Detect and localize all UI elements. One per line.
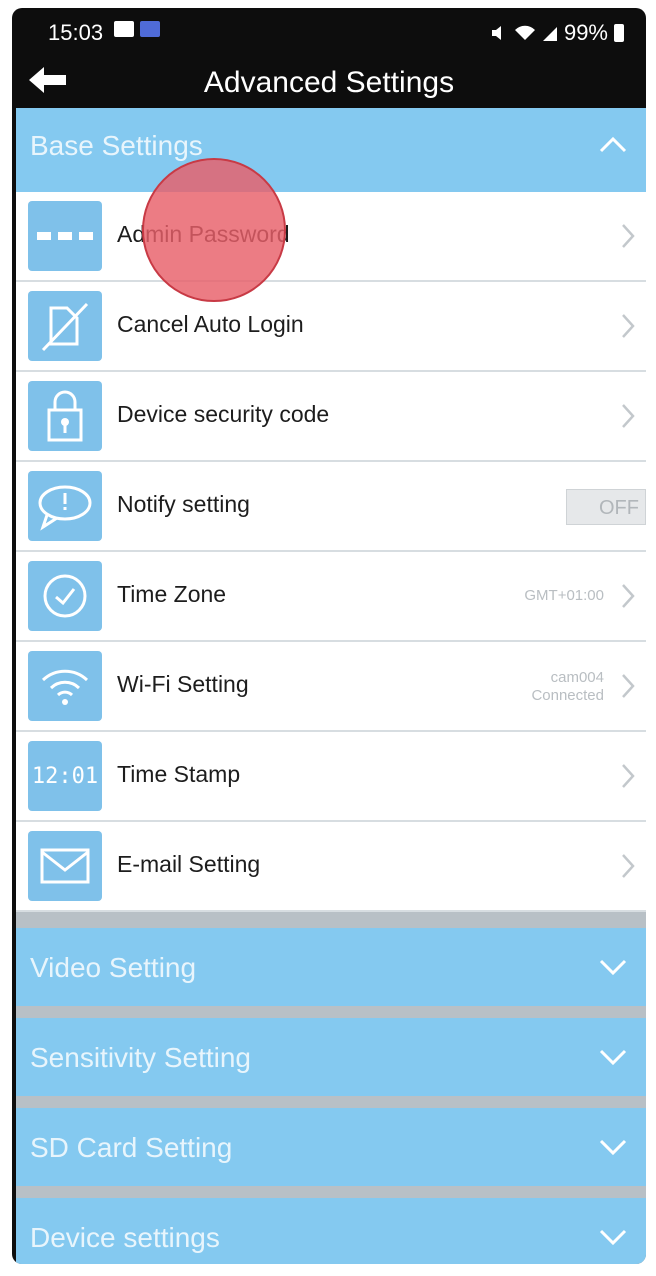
chevron-right-icon [622, 404, 635, 428]
envelope-icon [28, 831, 102, 901]
section-label: Sensitivity Setting [30, 1042, 251, 1073]
section-base-settings[interactable]: Base Settings [16, 108, 646, 192]
setting-label: Cancel Auto Login [117, 311, 304, 337]
section-sd-card-setting[interactable]: SD Card Setting [16, 1108, 646, 1186]
chevron-down-icon [599, 1049, 627, 1066]
status-time: 15:03 [48, 20, 104, 45]
section-device-settings[interactable]: Device settings [16, 1198, 646, 1264]
wifi-icon [28, 651, 102, 721]
chevron-right-icon [622, 224, 635, 248]
system-indicators: 99% [490, 20, 624, 46]
wifi-ssid: cam004 [550, 669, 604, 686]
clock-icon [28, 561, 102, 631]
setting-label: Time Zone [117, 581, 227, 607]
notify-toggle[interactable]: OFF [566, 489, 646, 525]
chevron-right-icon [622, 854, 635, 878]
setting-time-stamp[interactable]: 12:01 Time Stamp [16, 732, 646, 822]
app-notification-icon [140, 21, 160, 37]
setting-cancel-auto-login[interactable]: Cancel Auto Login [16, 282, 646, 372]
setting-time-zone[interactable]: Time Zone GMT+01:00 [16, 552, 646, 642]
gallery-notification-icon [114, 21, 134, 37]
setting-wifi[interactable]: Wi-Fi Setting cam004 Connected [16, 642, 646, 732]
chevron-up-icon [599, 136, 627, 153]
section-video-setting[interactable]: Video Setting [16, 928, 646, 1006]
section-label: Video Setting [30, 952, 197, 983]
digital-clock-text: 12:01 [31, 763, 99, 789]
cancel-login-icon [28, 291, 102, 361]
chevron-right-icon [622, 764, 635, 788]
section-label: Device settings [30, 1222, 220, 1253]
setting-label: Admin Password [117, 221, 290, 247]
section-sensitivity-setting[interactable]: Sensitivity Setting [16, 1018, 646, 1096]
section-label: Base Settings [30, 130, 203, 161]
chevron-down-icon [599, 1229, 627, 1246]
page-title: Advanced Settings [203, 66, 455, 99]
settings-list: Base Settings Admin Password Cancel Auto… [16, 108, 646, 1264]
setting-label: Notify setting [117, 491, 250, 517]
password-dots-icon [28, 201, 102, 271]
setting-admin-password[interactable]: Admin Password [16, 192, 646, 282]
setting-label: E-mail Setting [117, 851, 261, 877]
setting-label: Time Stamp [117, 761, 241, 787]
setting-label: Device security code [117, 401, 330, 427]
chevron-down-icon [599, 959, 627, 976]
digital-clock-icon: 12:01 [28, 741, 102, 811]
wifi-connection-status: Connected [531, 687, 604, 704]
chevron-right-icon [622, 584, 635, 608]
wifi-status: cam004 Connected [531, 669, 604, 705]
mute-icon [491, 26, 501, 40]
notification-icons [114, 21, 160, 37]
signal-icon [542, 27, 557, 41]
nav-bar: Advanced Settings [12, 54, 646, 108]
lock-icon [28, 381, 102, 451]
status-bar: 15:03 99% [12, 8, 646, 54]
setting-device-security-code[interactable]: Device security code [16, 372, 646, 462]
section-label: SD Card Setting [30, 1132, 233, 1163]
battery-icon [614, 24, 624, 42]
setting-notify: Notify setting OFF [16, 462, 646, 552]
chevron-right-icon [622, 674, 635, 698]
wifi-status-icon [514, 25, 535, 40]
setting-email[interactable]: E-mail Setting [16, 822, 646, 912]
speech-bubble-icon [28, 471, 102, 541]
phone-screen: 15:03 99% Advanced Settings Base Setting… [12, 8, 646, 1264]
chevron-right-icon [622, 314, 635, 338]
time-zone-value: GMT+01:00 [524, 587, 604, 604]
chevron-down-icon [599, 1139, 627, 1156]
battery-percent: 99% [563, 20, 608, 45]
setting-label: Wi-Fi Setting [117, 671, 249, 697]
